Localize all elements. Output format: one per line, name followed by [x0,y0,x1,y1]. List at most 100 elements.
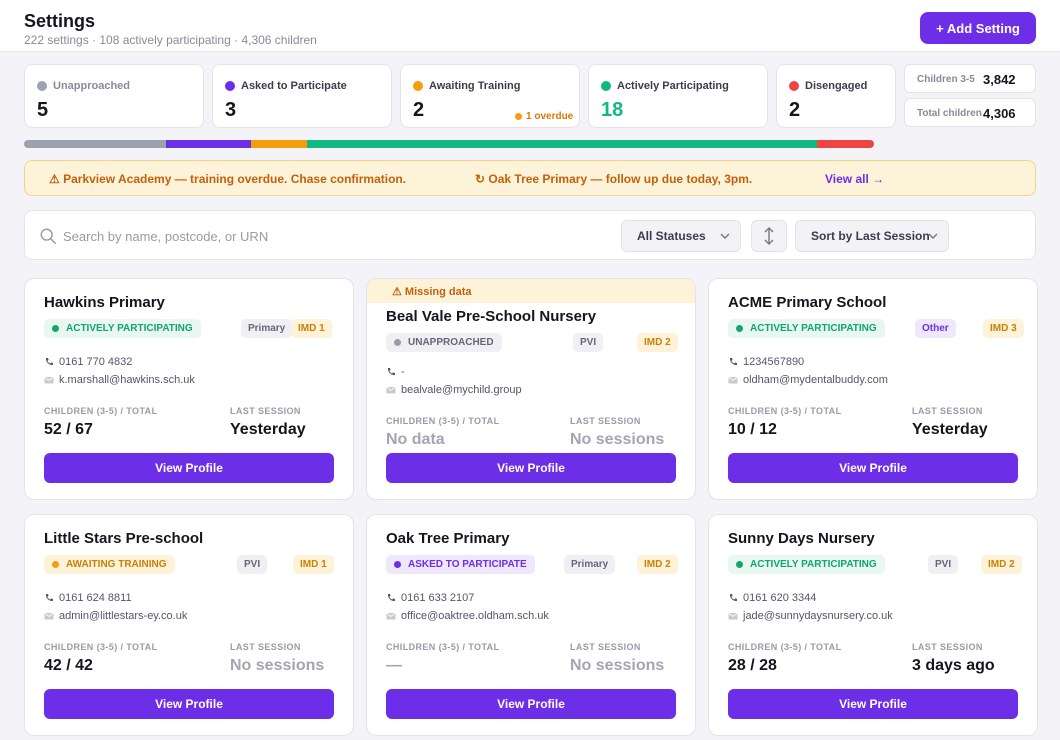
status-dot-icon [789,81,799,91]
stat-unapproached[interactable]: Unapproached 5 [24,64,204,128]
status-distribution-bar [24,140,874,148]
setting-name: Hawkins Primary [44,294,165,311]
distribution-segment [817,140,874,148]
email-text: admin@littlestars-ey.co.uk [59,610,188,622]
phone-row: 0161 633 2107 [386,592,474,604]
setting-card-sunny-days: Sunny Days Nursery ACTIVELY PARTICIPATIN… [708,514,1038,736]
imd-badge: IMD 2 [637,555,678,574]
view-profile-button[interactable]: View Profile [728,689,1018,719]
children-label: CHILDREN (3-5) / TOTAL [728,406,842,416]
status-dot-icon [413,81,423,91]
chevron-down-icon [720,233,730,239]
email-row: bealvale@mychild.group [386,384,522,396]
phone-text: - [401,366,405,378]
distribution-segment [307,140,818,148]
email-text: oldham@mydentalbuddy.com [743,374,888,386]
imd-badge: IMD 1 [291,319,332,338]
stat-value: 2 [413,99,425,121]
stat-active[interactable]: Actively Participating 18 [588,64,768,128]
children-label: CHILDREN (3-5) / TOTAL [44,406,158,416]
total-label: Total children [917,108,982,119]
setting-name: ACME Primary School [728,294,887,311]
distribution-segment [250,140,308,148]
alert-banner: ⚠ Parkview Academy — training overdue. C… [24,160,1036,196]
children-label: CHILDREN (3-5) / TOTAL [386,416,500,426]
phone-icon [387,594,395,602]
last-session-label: LAST SESSION [570,416,641,426]
view-all-link[interactable]: View all → [825,172,884,186]
phone-icon [729,358,737,366]
phone-row: - [386,366,405,378]
status-select[interactable]: All Statuses [621,220,741,252]
status-badge: ACTIVELY PARTICIPATING [44,319,201,338]
sort-select[interactable]: Sort by Last Session [795,220,949,252]
view-profile-button[interactable]: View Profile [386,453,676,483]
phone-text: 0161 620 3344 [743,592,817,604]
view-profile-button[interactable]: View Profile [728,453,1018,483]
last-session-value: Yesterday [230,421,306,438]
status-badge: ACTIVELY PARTICIPATING [728,319,885,338]
total-value: 4,306 [983,106,1016,121]
phone-row: 1234567890 [728,356,804,368]
search-icon [40,228,56,244]
type-badge: PVI [573,333,604,352]
email-row: k.marshall@hawkins.sch.uk [44,374,195,386]
email-text: office@oaktree.oldham.sch.uk [401,610,549,622]
children-value: — [386,657,402,674]
type-badge: PVI [237,555,268,574]
last-session-label: LAST SESSION [230,642,301,652]
view-profile-button[interactable]: View Profile [44,689,334,719]
children-value: No data [386,431,445,448]
setting-card-beal-vale: ⚠ Missing data Beal Vale Pre-School Nurs… [366,278,696,500]
view-profile-button[interactable]: View Profile [386,689,676,719]
total-label: Children 3-5 [917,74,975,85]
alert-parkview[interactable]: ⚠ Parkview Academy — training overdue. C… [49,172,406,186]
stat-disengaged[interactable]: Disengaged 2 [776,64,896,128]
total-children: Total children 4,306 [904,98,1036,127]
mail-icon [728,612,738,620]
stat-label: Unapproached [53,80,131,92]
stat-asked[interactable]: Asked to Participate 3 [212,64,392,128]
children-value: 10 / 12 [728,421,777,438]
chevron-down-icon [928,233,938,239]
status-badge: AWAITING TRAINING [44,555,175,574]
phone-icon [45,358,53,366]
stat-awaiting[interactable]: Awaiting Training 2 1 overdue [400,64,580,128]
children-value: 28 / 28 [728,657,777,674]
sort-direction-button[interactable] [751,220,787,252]
stat-label: Actively Participating [617,80,729,92]
last-session-label: LAST SESSION [912,406,983,416]
view-profile-button[interactable]: View Profile [44,453,334,483]
status-dot-icon [601,81,611,91]
status-select-value: All Statuses [637,229,706,243]
filter-bar: All Statuses Sort by Last Session [24,210,1036,260]
distribution-segment [165,140,251,148]
phone-text: 1234567890 [743,356,805,368]
last-session-label: LAST SESSION [912,642,983,652]
search-input[interactable] [63,224,623,248]
alert-oak-tree[interactable]: ↻ Oak Tree Primary — follow up due today… [475,172,752,186]
type-badge: Primary [564,555,616,574]
add-setting-button[interactable]: + Add Setting [920,12,1036,44]
setting-card-little-stars: Little Stars Pre-school AWAITING TRAININ… [24,514,354,736]
type-badge: PVI [928,555,959,574]
type-badge: Primary [241,319,293,338]
phone-text: 0161 633 2107 [401,592,475,604]
imd-badge: IMD 3 [983,319,1024,338]
distribution-segment [24,140,166,148]
last-session-value: No sessions [570,657,665,674]
email-row: admin@littlestars-ey.co.uk [44,610,187,622]
stat-label: Awaiting Training [429,80,521,92]
setting-card-oak-tree: Oak Tree Primary ASKED TO PARTICIPATE Pr… [366,514,696,736]
page-title: Settings [24,11,96,31]
phone-text: 0161 770 4832 [59,356,133,368]
mail-icon [386,386,396,394]
last-session-value: No sessions [570,431,665,448]
setting-card-acme: ACME Primary School ACTIVELY PARTICIPATI… [708,278,1038,500]
phone-icon [45,594,53,602]
setting-name: Oak Tree Primary [386,530,510,547]
stat-value: 18 [601,99,624,121]
status-dot-icon [37,81,47,91]
last-session-value: No sessions [230,657,325,674]
total-children-3-5: Children 3-5 3,842 [904,64,1036,93]
